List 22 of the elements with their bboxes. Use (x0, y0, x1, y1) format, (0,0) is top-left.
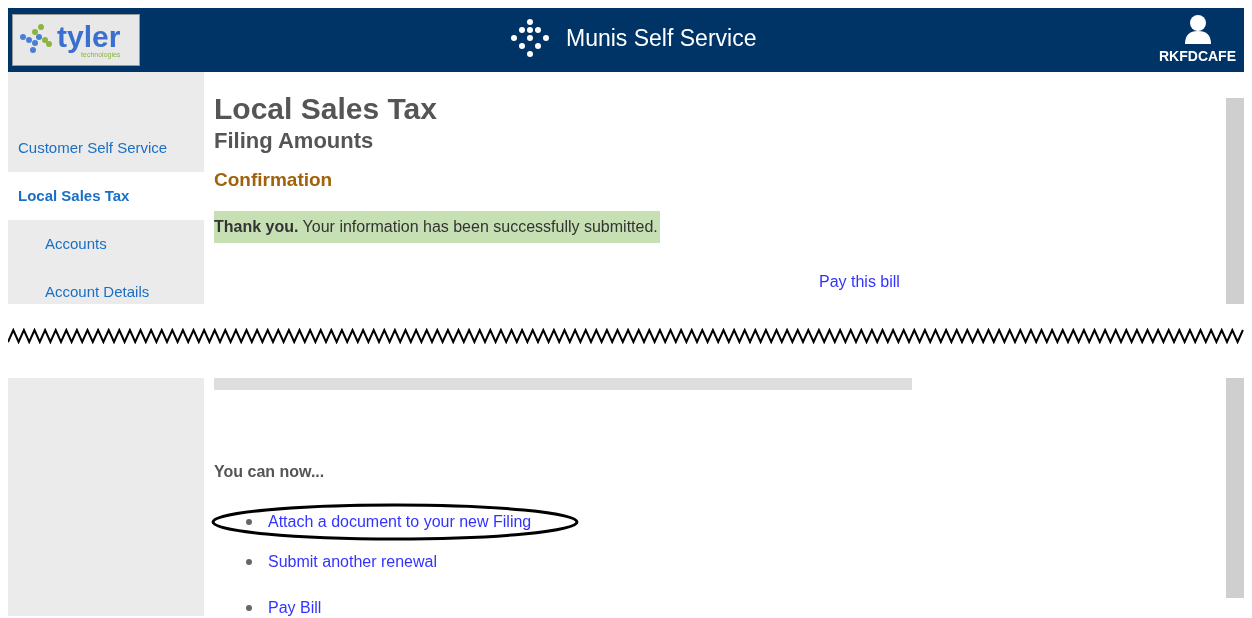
bullet-icon (246, 559, 252, 565)
success-message: Thank you. Your information has been successfully submitted. (214, 210, 660, 243)
action-link[interactable]: Pay Bill (268, 596, 322, 618)
diamond-dots-icon (508, 18, 552, 58)
page-subtitle: Filing Amounts (214, 127, 375, 155)
bullet-icon (246, 605, 252, 611)
app-title: Munis Self Service (566, 23, 757, 53)
bullet-icon (246, 519, 252, 525)
logo-text: tyler (57, 22, 121, 51)
sidebar-item[interactable]: Accounts (8, 220, 204, 268)
pay-bill-link[interactable]: Pay this bill (819, 270, 900, 294)
user-name: RKFDCAFE (1159, 46, 1236, 66)
page-title: Local Sales Tax (214, 92, 438, 126)
sidebar-item[interactable]: Account Details (8, 268, 204, 304)
sidebar-item[interactable]: Local Sales Tax (8, 172, 204, 220)
scrollbar[interactable] (1226, 378, 1244, 598)
user-icon[interactable] (1182, 13, 1213, 44)
action-link[interactable]: Submit another renewal (268, 550, 437, 574)
scrollbar[interactable] (1226, 98, 1244, 304)
sidebar-item[interactable]: Customer Self Service (8, 124, 204, 172)
next-steps-heading: You can now... (214, 462, 326, 482)
section-heading: Confirmation (214, 168, 334, 192)
